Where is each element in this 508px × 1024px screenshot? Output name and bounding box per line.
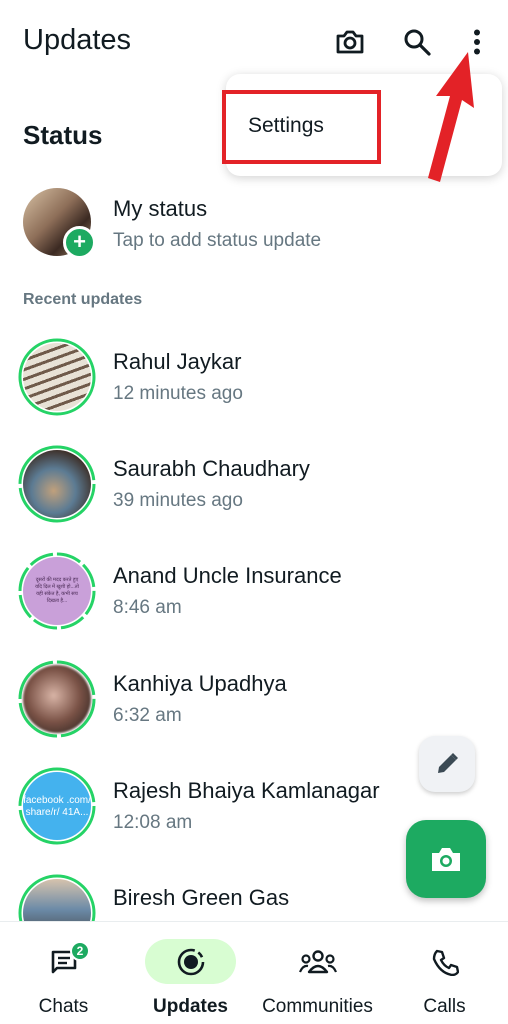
nav-label: Updates	[153, 996, 228, 1017]
communities-icon	[298, 949, 337, 973]
contact-name: Rahul Jaykar	[113, 349, 242, 374]
unread-badge: 2	[70, 941, 90, 961]
list-item[interactable]: दूसरों की मदद करते हुए यदि दिल में खुशी …	[0, 551, 508, 641]
list-item[interactable]: Saurabh Chaudhary 39 minutes ago	[0, 444, 508, 534]
updates-icon	[177, 948, 204, 975]
camera-icon[interactable]	[330, 22, 370, 62]
red-arrow-annotation	[428, 52, 474, 182]
phone-icon	[432, 949, 459, 976]
new-text-status-button[interactable]	[419, 736, 475, 792]
nav-label: Calls	[423, 996, 466, 1017]
my-status-row[interactable]: + My status Tap to add status update	[0, 188, 508, 262]
recent-updates-label: Recent updates	[23, 291, 143, 308]
settings-highlight-box	[222, 90, 381, 164]
my-status-subtitle: Tap to add status update	[113, 230, 322, 251]
status-time: 39 minutes ago	[113, 490, 243, 511]
status-thumbnail	[23, 343, 91, 411]
my-status-name: My status	[113, 196, 208, 221]
nav-label: Communities	[262, 996, 373, 1017]
contact-name: Kanhiya Upadhya	[113, 671, 287, 696]
contact-name: Anand Uncle Insurance	[113, 563, 342, 588]
contact-name: Rajesh Bhaiya Kamlanagar	[113, 778, 380, 803]
pencil-icon	[438, 753, 458, 773]
page-title: Updates	[23, 24, 132, 56]
tab-updates[interactable]: Updates	[127, 922, 254, 1024]
contact-name: Saurabh Chaudhary	[113, 456, 310, 481]
add-status-icon[interactable]: +	[63, 226, 96, 259]
tab-calls[interactable]: Calls	[381, 922, 508, 1024]
list-item[interactable]: Rahul Jaykar 12 minutes ago	[0, 337, 508, 427]
nav-pill	[272, 939, 363, 984]
tab-communities[interactable]: Communities	[254, 922, 381, 1024]
status-section-title: Status	[23, 120, 103, 150]
new-camera-status-button[interactable]	[406, 820, 486, 898]
status-time: 6:32 am	[113, 705, 182, 726]
nav-pill-active	[145, 939, 236, 984]
status-time: 12:08 am	[113, 812, 193, 833]
status-thumbnail	[23, 665, 91, 733]
status-thumbnail: दूसरों की मदद करते हुए यदि दिल में खुशी …	[23, 557, 91, 625]
tab-chats[interactable]: 2 Chats	[0, 922, 127, 1024]
nav-label: Chats	[38, 996, 89, 1017]
status-thumbnail	[23, 450, 91, 518]
nav-pill	[18, 939, 109, 984]
camera-icon	[432, 848, 460, 871]
nav-pill	[399, 939, 490, 984]
status-time: 8:46 am	[113, 597, 182, 618]
bottom-navigation: 2 Chats Updates Communities Calls	[0, 921, 508, 1024]
status-time: 12 minutes ago	[113, 383, 243, 404]
status-thumbnail: facebook .com/ share/r/ 41A...	[23, 772, 91, 840]
contact-name: Biresh Green Gas	[113, 885, 290, 910]
